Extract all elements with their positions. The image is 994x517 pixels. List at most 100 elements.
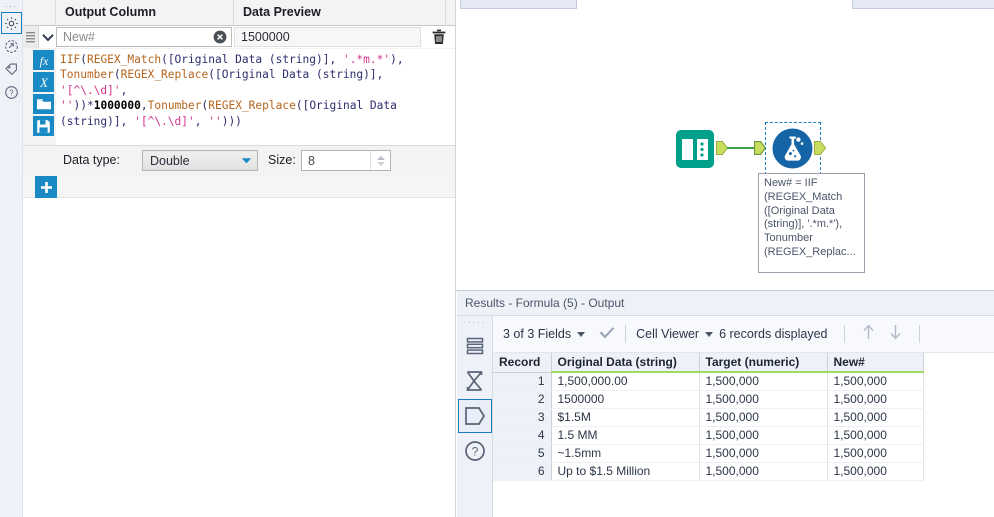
results-title: Results - Formula (5) - Output (457, 291, 994, 316)
formula-token: Tonumber (60, 68, 114, 81)
table-cell[interactable]: 1,500,000 (827, 372, 923, 390)
table-cell[interactable]: 1,500,000 (699, 390, 827, 408)
table-cell[interactable]: 1,500,000 (699, 372, 827, 390)
sigma-summary-icon[interactable] (458, 364, 492, 398)
formula-token: , (121, 115, 134, 128)
chevron-down-icon (577, 332, 585, 337)
record-number-cell[interactable]: 5 (493, 444, 551, 462)
text-input-tool[interactable] (676, 130, 714, 168)
results-data-table[interactable]: RecordOriginal Data (string)Target (nume… (493, 353, 994, 517)
data-grid: RecordOriginal Data (string)Target (nume… (493, 353, 924, 481)
data-preview-field: 1500000 (234, 27, 421, 47)
table-cell[interactable]: 1,500,000.00 (551, 372, 699, 390)
help-icon[interactable]: ? (1, 81, 22, 103)
column-header[interactable]: Target (numeric) (699, 353, 827, 372)
data-type-select[interactable]: Double (142, 150, 258, 171)
arrow-down-icon[interactable] (888, 323, 903, 346)
output-column-value: New# (57, 30, 211, 44)
formula-token: REGEX_Replace (208, 99, 296, 112)
metadata-icon[interactable] (458, 399, 492, 433)
formula-token: '[^\.\d]' (60, 84, 121, 97)
annotation-line: (REGEX_Match (764, 191, 859, 205)
table-cell[interactable]: 1,500,000 (699, 462, 827, 480)
table-row[interactable]: 11,500,000.001,500,0001,500,000 (493, 372, 923, 390)
fields-selector[interactable]: 3 of 3 Fields (503, 327, 585, 341)
table-row[interactable]: 6Up to $1.5 Million1,500,0001,500,000 (493, 462, 923, 480)
save-button[interactable] (33, 116, 54, 136)
table-cell[interactable]: 1,500,000 (699, 444, 827, 462)
config-grid-header: Output Column Data Preview (23, 0, 456, 26)
arrow-up-icon[interactable] (861, 323, 876, 346)
table-row[interactable]: 5~1.5mm1,500,0001,500,000 (493, 444, 923, 462)
drag-grip-icon[interactable] (23, 26, 39, 48)
table-cell[interactable]: 1500000 (551, 390, 699, 408)
table-cell[interactable]: 1,500,000 (827, 444, 923, 462)
clear-circle-icon[interactable] (211, 28, 229, 46)
table-header-row: RecordOriginal Data (string)Target (nume… (493, 353, 923, 372)
column-header[interactable]: Record (493, 353, 551, 372)
formula-tool[interactable] (772, 128, 813, 169)
gear-icon[interactable] (1, 12, 22, 34)
record-number-cell[interactable]: 3 (493, 408, 551, 426)
record-number-cell[interactable]: 2 (493, 390, 551, 408)
top-panel-strip-left (460, 0, 577, 9)
cell-viewer-selector[interactable]: Cell Viewer (636, 327, 713, 341)
help-icon[interactable]: ? (458, 434, 492, 468)
table-row[interactable]: 215000001,500,0001,500,000 (493, 390, 923, 408)
header-data-preview: Data Preview (234, 0, 446, 25)
table-cell[interactable]: 1,500,000 (827, 462, 923, 480)
record-number-cell[interactable]: 4 (493, 426, 551, 444)
size-stepper[interactable]: 8 (301, 150, 391, 171)
formula-token: , (377, 68, 384, 81)
add-field-button[interactable] (35, 176, 57, 198)
formula-token: '.*m.*' (343, 53, 390, 66)
table-cell[interactable]: $1.5M (551, 408, 699, 426)
formula-token: * (87, 99, 94, 112)
fx-button[interactable]: fx (33, 50, 54, 70)
table-cell[interactable]: 1,500,000 (827, 426, 923, 444)
run-arrow-icon[interactable] (1, 35, 22, 57)
size-value: 8 (302, 154, 370, 168)
connection-line[interactable] (727, 147, 756, 149)
formula-token: Tonumber (148, 99, 202, 112)
table-row[interactable]: 41.5 MM1,500,0001,500,000 (493, 426, 923, 444)
table-cell[interactable]: Up to $1.5 Million (551, 462, 699, 480)
svg-text:?: ? (472, 445, 479, 459)
table-cell[interactable]: 1,500,000 (827, 390, 923, 408)
annotation-line: (string)], '.*m.*'), (764, 218, 859, 232)
formula-token: ( (80, 53, 87, 66)
table-cell[interactable]: 1,500,000 (699, 426, 827, 444)
formula-token: '' (60, 99, 73, 112)
top-panel-strip-right (852, 0, 994, 9)
output-anchor-formula-tool[interactable] (814, 141, 826, 155)
more-dots-icon[interactable]: ····· (457, 316, 492, 328)
trash-icon[interactable] (421, 26, 456, 48)
table-cell[interactable]: ~1.5mm (551, 444, 699, 462)
chevron-down-icon[interactable] (39, 26, 56, 48)
record-number-cell[interactable]: 6 (493, 462, 551, 480)
variables-button[interactable]: X (33, 72, 54, 92)
column-header[interactable]: New# (827, 353, 923, 372)
open-folder-button[interactable] (33, 94, 54, 114)
formula-token: , (329, 53, 342, 66)
data-type-row: Data type: Double Size: 8 (23, 146, 456, 176)
table-list-icon[interactable] (458, 329, 492, 363)
column-header[interactable]: Original Data (string) (551, 353, 699, 372)
chevron-down-icon (235, 157, 257, 165)
table-row[interactable]: 3$1.5M1,500,0001,500,000 (493, 408, 923, 426)
annotation-line: ([Original Data (764, 205, 859, 219)
table-cell[interactable]: 1,500,000 (699, 408, 827, 426)
table-cell[interactable]: 1.5 MM (551, 426, 699, 444)
formula-expression-text[interactable]: IIF(REGEX_Match([Original Data (string)]… (56, 49, 456, 145)
table-cell[interactable]: 1,500,000 (827, 408, 923, 426)
output-column-input[interactable]: New# (56, 27, 232, 47)
record-number-cell[interactable]: 1 (493, 372, 551, 390)
formula-token: , (195, 115, 208, 128)
tag-icon[interactable] (1, 58, 22, 80)
formula-token: '' (208, 115, 221, 128)
configuration-panel: ··· (0, 0, 456, 517)
stepper-arrows-icon[interactable] (370, 151, 390, 170)
more-dots-icon[interactable]: ··· (0, 0, 22, 11)
config-icon-rail: ··· (0, 0, 23, 517)
check-icon[interactable] (599, 326, 615, 343)
